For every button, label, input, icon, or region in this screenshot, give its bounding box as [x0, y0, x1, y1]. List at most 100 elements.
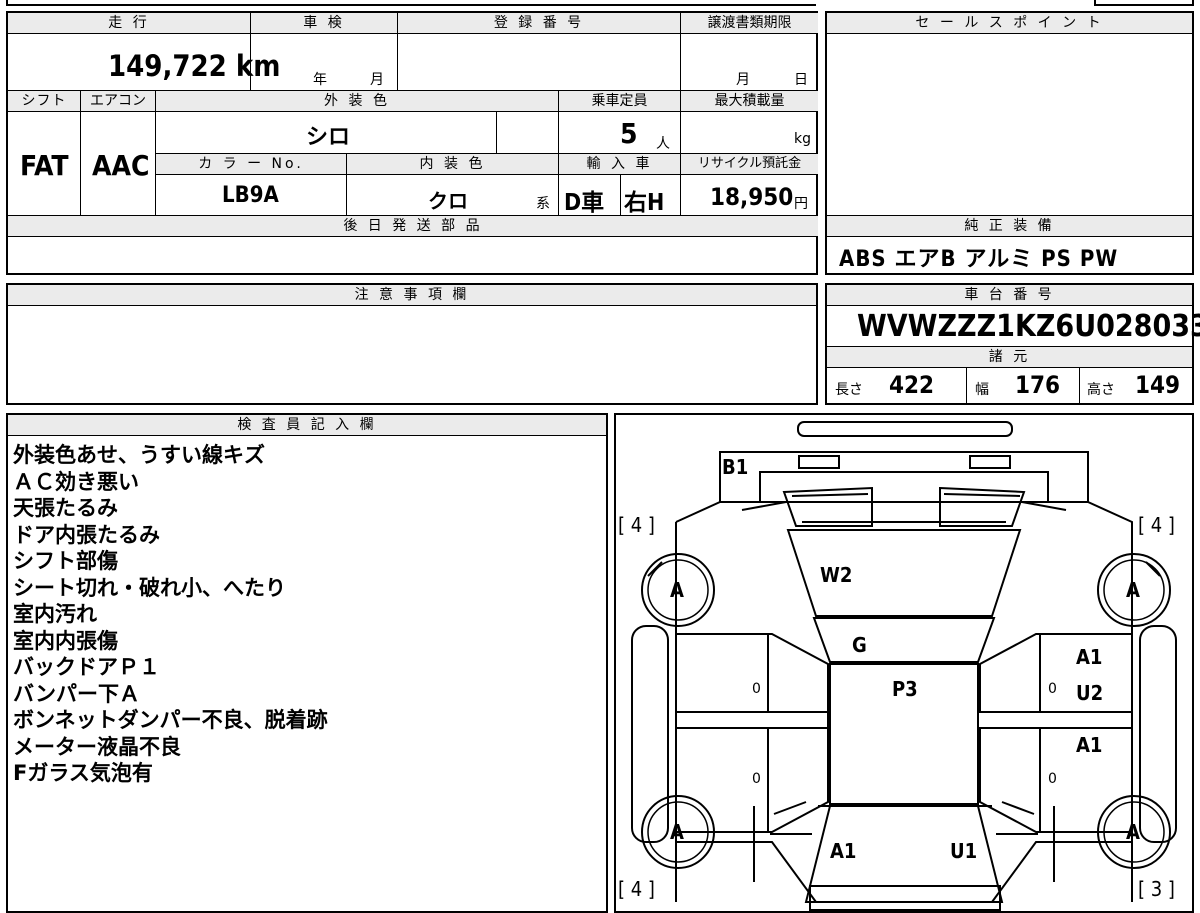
tread-fr: [ 4 ]	[1138, 513, 1175, 537]
inspector-header: 検 査 員 記 入 欄	[8, 415, 606, 435]
interior-suffix: 系	[536, 196, 550, 212]
tread-rr: [ 3 ]	[1138, 877, 1175, 901]
inspection-month: 月	[370, 72, 384, 88]
car-diagram-box: B1 W2 G P3 A1 U2 A1 A1 U1 A A A A [ 4 ] …	[614, 413, 1194, 913]
recycle-header: リサイクル預託金	[681, 154, 818, 174]
inspector-note: ＡＣ効き悪い	[13, 469, 139, 494]
length-label: 長さ	[835, 382, 863, 398]
zero-right-front: 0	[1048, 681, 1057, 697]
front-bumper	[797, 421, 1013, 437]
mileage-number: 149,722	[108, 49, 227, 83]
recycle-value: 18,950	[710, 183, 794, 211]
sill-right	[1139, 625, 1177, 843]
tire-fl-mark: A	[670, 578, 684, 602]
specs-header: 諸 元	[827, 347, 1192, 367]
width-value: 176	[1015, 371, 1061, 399]
inspector-note: 室内内張傷	[13, 628, 118, 653]
width-label: 幅	[975, 382, 989, 398]
top-strip	[6, 0, 816, 6]
inspector-note: 外装色あせ、うすい線キズ	[13, 443, 265, 467]
caution-box: 注 意 事 項 欄	[6, 283, 818, 405]
mark-p3: P3	[892, 677, 918, 701]
vehicle-info-table: 走 行 車 検 登 録 番 号 譲渡書類期限 149,722 km 年 月 月 …	[6, 11, 818, 275]
capacity-unit: 人	[656, 136, 670, 152]
headlight-left	[798, 455, 840, 469]
colorno-value: LB9A	[222, 183, 279, 208]
equipment-value: ABS エアB アルミ PS PW	[839, 247, 1119, 272]
shift-value: FAT	[20, 149, 69, 182]
top-strip-right	[1094, 0, 1194, 6]
sales-point-box: セ ー ル ス ポ イ ン ト 純 正 装 備 ABS エアB アルミ PS P…	[825, 11, 1194, 275]
headlight-right	[969, 455, 1011, 469]
registration-header: 登 録 番 号	[398, 13, 680, 33]
mark-w2: W2	[820, 563, 853, 587]
hood-panel	[759, 471, 1049, 502]
transfer-header: 譲渡書類期限	[681, 13, 818, 33]
later-parts-header: 後 日 発 送 部 品	[8, 216, 818, 236]
mark-b1: B1	[722, 455, 749, 479]
mark-a1-right-mid: A1	[1076, 733, 1103, 757]
transfer-month: 月	[736, 72, 750, 88]
inspector-note: Fガラス気泡有	[13, 761, 153, 785]
height-label: 高さ	[1087, 382, 1115, 398]
shift-header: シフト	[8, 91, 80, 111]
sales-point-header: セ ー ル ス ポ イ ン ト	[827, 13, 1192, 33]
inspection-header: 車 検	[251, 13, 397, 33]
inspector-note: シート切れ・破れ小、へたり	[13, 575, 286, 600]
mark-a1-right-top: A1	[1076, 645, 1103, 669]
inspector-notes: 外装色あせ、うすい線キズ ＡＣ効き悪い 天張たるみ ドア内張たるみ シフト部傷 シート切れ…	[13, 442, 328, 787]
height-value: 149	[1135, 371, 1181, 399]
recycle-unit: 円	[794, 196, 808, 212]
roof-front	[812, 617, 996, 663]
inspector-note: バンパー下Ａ	[13, 681, 141, 706]
maxload-header: 最大積載量	[681, 91, 818, 111]
tire-rr-mark: A	[1126, 820, 1140, 844]
zero-left-rear: 0	[752, 771, 761, 787]
equipment-header: 純 正 装 備	[827, 216, 1192, 236]
tire-fr-mark: A	[1126, 578, 1140, 602]
inspector-note: 天張たるみ	[13, 496, 118, 520]
mark-u1: U1	[950, 839, 978, 863]
import-handle: 右H	[624, 190, 665, 216]
chassis-box: 車 台 番 号 WVWZZZ1KZ6U028033 諸 元 長さ 422 幅 1…	[825, 283, 1200, 405]
chassis-header: 車 台 番 号	[827, 285, 1192, 305]
mileage-header: 走 行	[8, 13, 250, 33]
door-right-front	[979, 633, 1132, 713]
inspection-year: 年	[313, 72, 327, 88]
inspector-note: メーター液晶不良	[13, 734, 181, 759]
interior-header: 内 装 色	[347, 154, 558, 174]
inspector-note: ドア内張たるみ	[13, 522, 160, 547]
tread-fl: [ 4 ]	[618, 513, 655, 537]
chassis-number: WVWZZZ1KZ6U028033	[857, 309, 1200, 344]
zero-right-rear: 0	[1048, 771, 1057, 787]
mileage-unit: km	[235, 49, 281, 83]
hood-outline	[719, 451, 1089, 503]
inspector-note: バックドアＰ１	[13, 655, 160, 679]
caution-header: 注 意 事 項 欄	[8, 285, 816, 305]
inspector-note: シフト部傷	[13, 549, 118, 573]
exterior-value: シロ	[306, 125, 351, 150]
inspector-note: 室内汚れ	[13, 602, 97, 626]
capacity-value: 5	[620, 117, 638, 150]
maxload-unit: kg	[794, 131, 811, 147]
door-left-front	[676, 633, 829, 713]
inspector-box: 検 査 員 記 入 欄 外装色あせ、うすい線キズ ＡＣ効き悪い 天張たるみ ドア内張た…	[6, 413, 608, 913]
tire-rl-mark: A	[670, 820, 684, 844]
mileage-value: 149,722 km	[108, 49, 280, 83]
interior-value: クロ	[428, 189, 468, 213]
rear-bumper	[809, 885, 1001, 911]
colorno-header: カ ラ ー No.	[156, 154, 346, 174]
mark-a1-rear: A1	[830, 839, 857, 863]
mark-u2: U2	[1076, 681, 1104, 705]
tread-rl: [ 4 ]	[618, 877, 655, 901]
aircon-header: エアコン	[81, 91, 155, 111]
capacity-header: 乗車定員	[559, 91, 680, 111]
mark-g: G	[852, 633, 867, 657]
length-value: 422	[889, 371, 935, 399]
zero-left-front: 0	[752, 681, 761, 697]
auction-sheet: 走 行 車 検 登 録 番 号 譲渡書類期限 149,722 km 年 月 月 …	[0, 0, 1200, 913]
inspector-note: ボンネットダンパー不良、脱着跡	[13, 708, 328, 732]
transfer-day: 日	[794, 72, 808, 88]
import-type: D車	[564, 190, 605, 216]
import-header: 輸 入 車	[559, 154, 680, 174]
